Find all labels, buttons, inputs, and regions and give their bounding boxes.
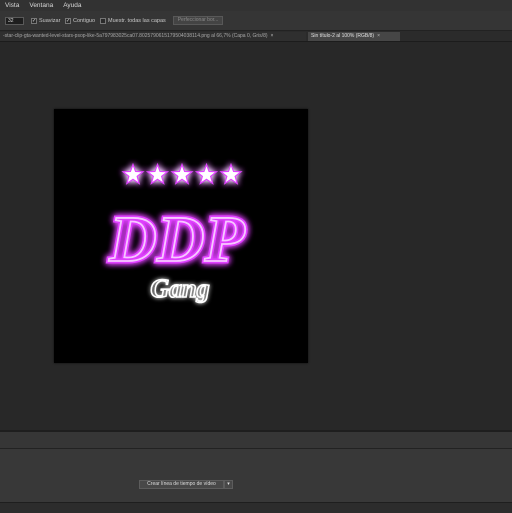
artwork: DDP DDP Gang (106, 162, 248, 304)
check-icon: ✓ (31, 18, 37, 24)
neon-title: DDP (108, 203, 245, 276)
star-icon (194, 162, 219, 185)
sample-all-layers-checkbox[interactable]: Muestr. todas las capas (100, 17, 166, 25)
menu-item-ventana[interactable]: Ventana (29, 0, 53, 11)
wanted-stars (121, 162, 243, 185)
smooth-label: Suavizar (39, 18, 61, 24)
refine-edge-button[interactable]: Perfeccionar bor... (173, 16, 223, 25)
chevron-down-icon[interactable]: ▾ (224, 480, 233, 489)
check-icon: ✓ (65, 18, 71, 24)
close-icon[interactable]: × (271, 33, 274, 39)
options-bar: 32 ✓ Suavizar ✓ Contiguo Muestr. todas l… (0, 11, 512, 31)
unchecked-box-icon (100, 18, 106, 24)
star-icon (170, 162, 194, 185)
tab-label: -star-clip-gta-wanted-level-stars-psop-l… (3, 33, 268, 39)
timeline-header (0, 432, 512, 448)
star-icon (145, 162, 170, 185)
smooth-checkbox[interactable]: ✓ Suavizar (31, 17, 60, 25)
menu-item-ayuda[interactable]: Ayuda (63, 0, 81, 11)
contiguous-label: Contiguo (73, 18, 96, 24)
create-video-timeline-button[interactable]: Crear línea de tiempo de vídeo (139, 480, 224, 489)
neon-subtitle: Gang (150, 274, 209, 303)
menu-bar: Vista Ventana Ayuda (0, 0, 512, 11)
status-bar (0, 502, 512, 513)
tab-label: Sin título-2 al 100% (RGB/8) (311, 33, 375, 39)
tab-png-document[interactable]: -star-clip-gta-wanted-level-stars-psop-l… (0, 32, 306, 41)
menu-item-vista[interactable]: Vista (5, 0, 19, 11)
document-tab-bar: -star-clip-gta-wanted-level-stars-psop-l… (0, 31, 512, 42)
star-icon (219, 162, 243, 185)
tolerance-input[interactable]: 32 (5, 17, 24, 25)
sample-all-layers-label: Muestr. todas las capas (108, 18, 166, 24)
close-icon[interactable]: × (377, 33, 380, 39)
document-canvas[interactable]: DDP DDP Gang (54, 109, 308, 363)
tab-untitled-2[interactable]: Sin título-2 al 100% (RGB/8) × (308, 32, 400, 41)
contiguous-checkbox[interactable]: ✓ Contiguo (65, 17, 95, 25)
star-icon (121, 162, 145, 185)
timeline-panel (0, 449, 512, 502)
